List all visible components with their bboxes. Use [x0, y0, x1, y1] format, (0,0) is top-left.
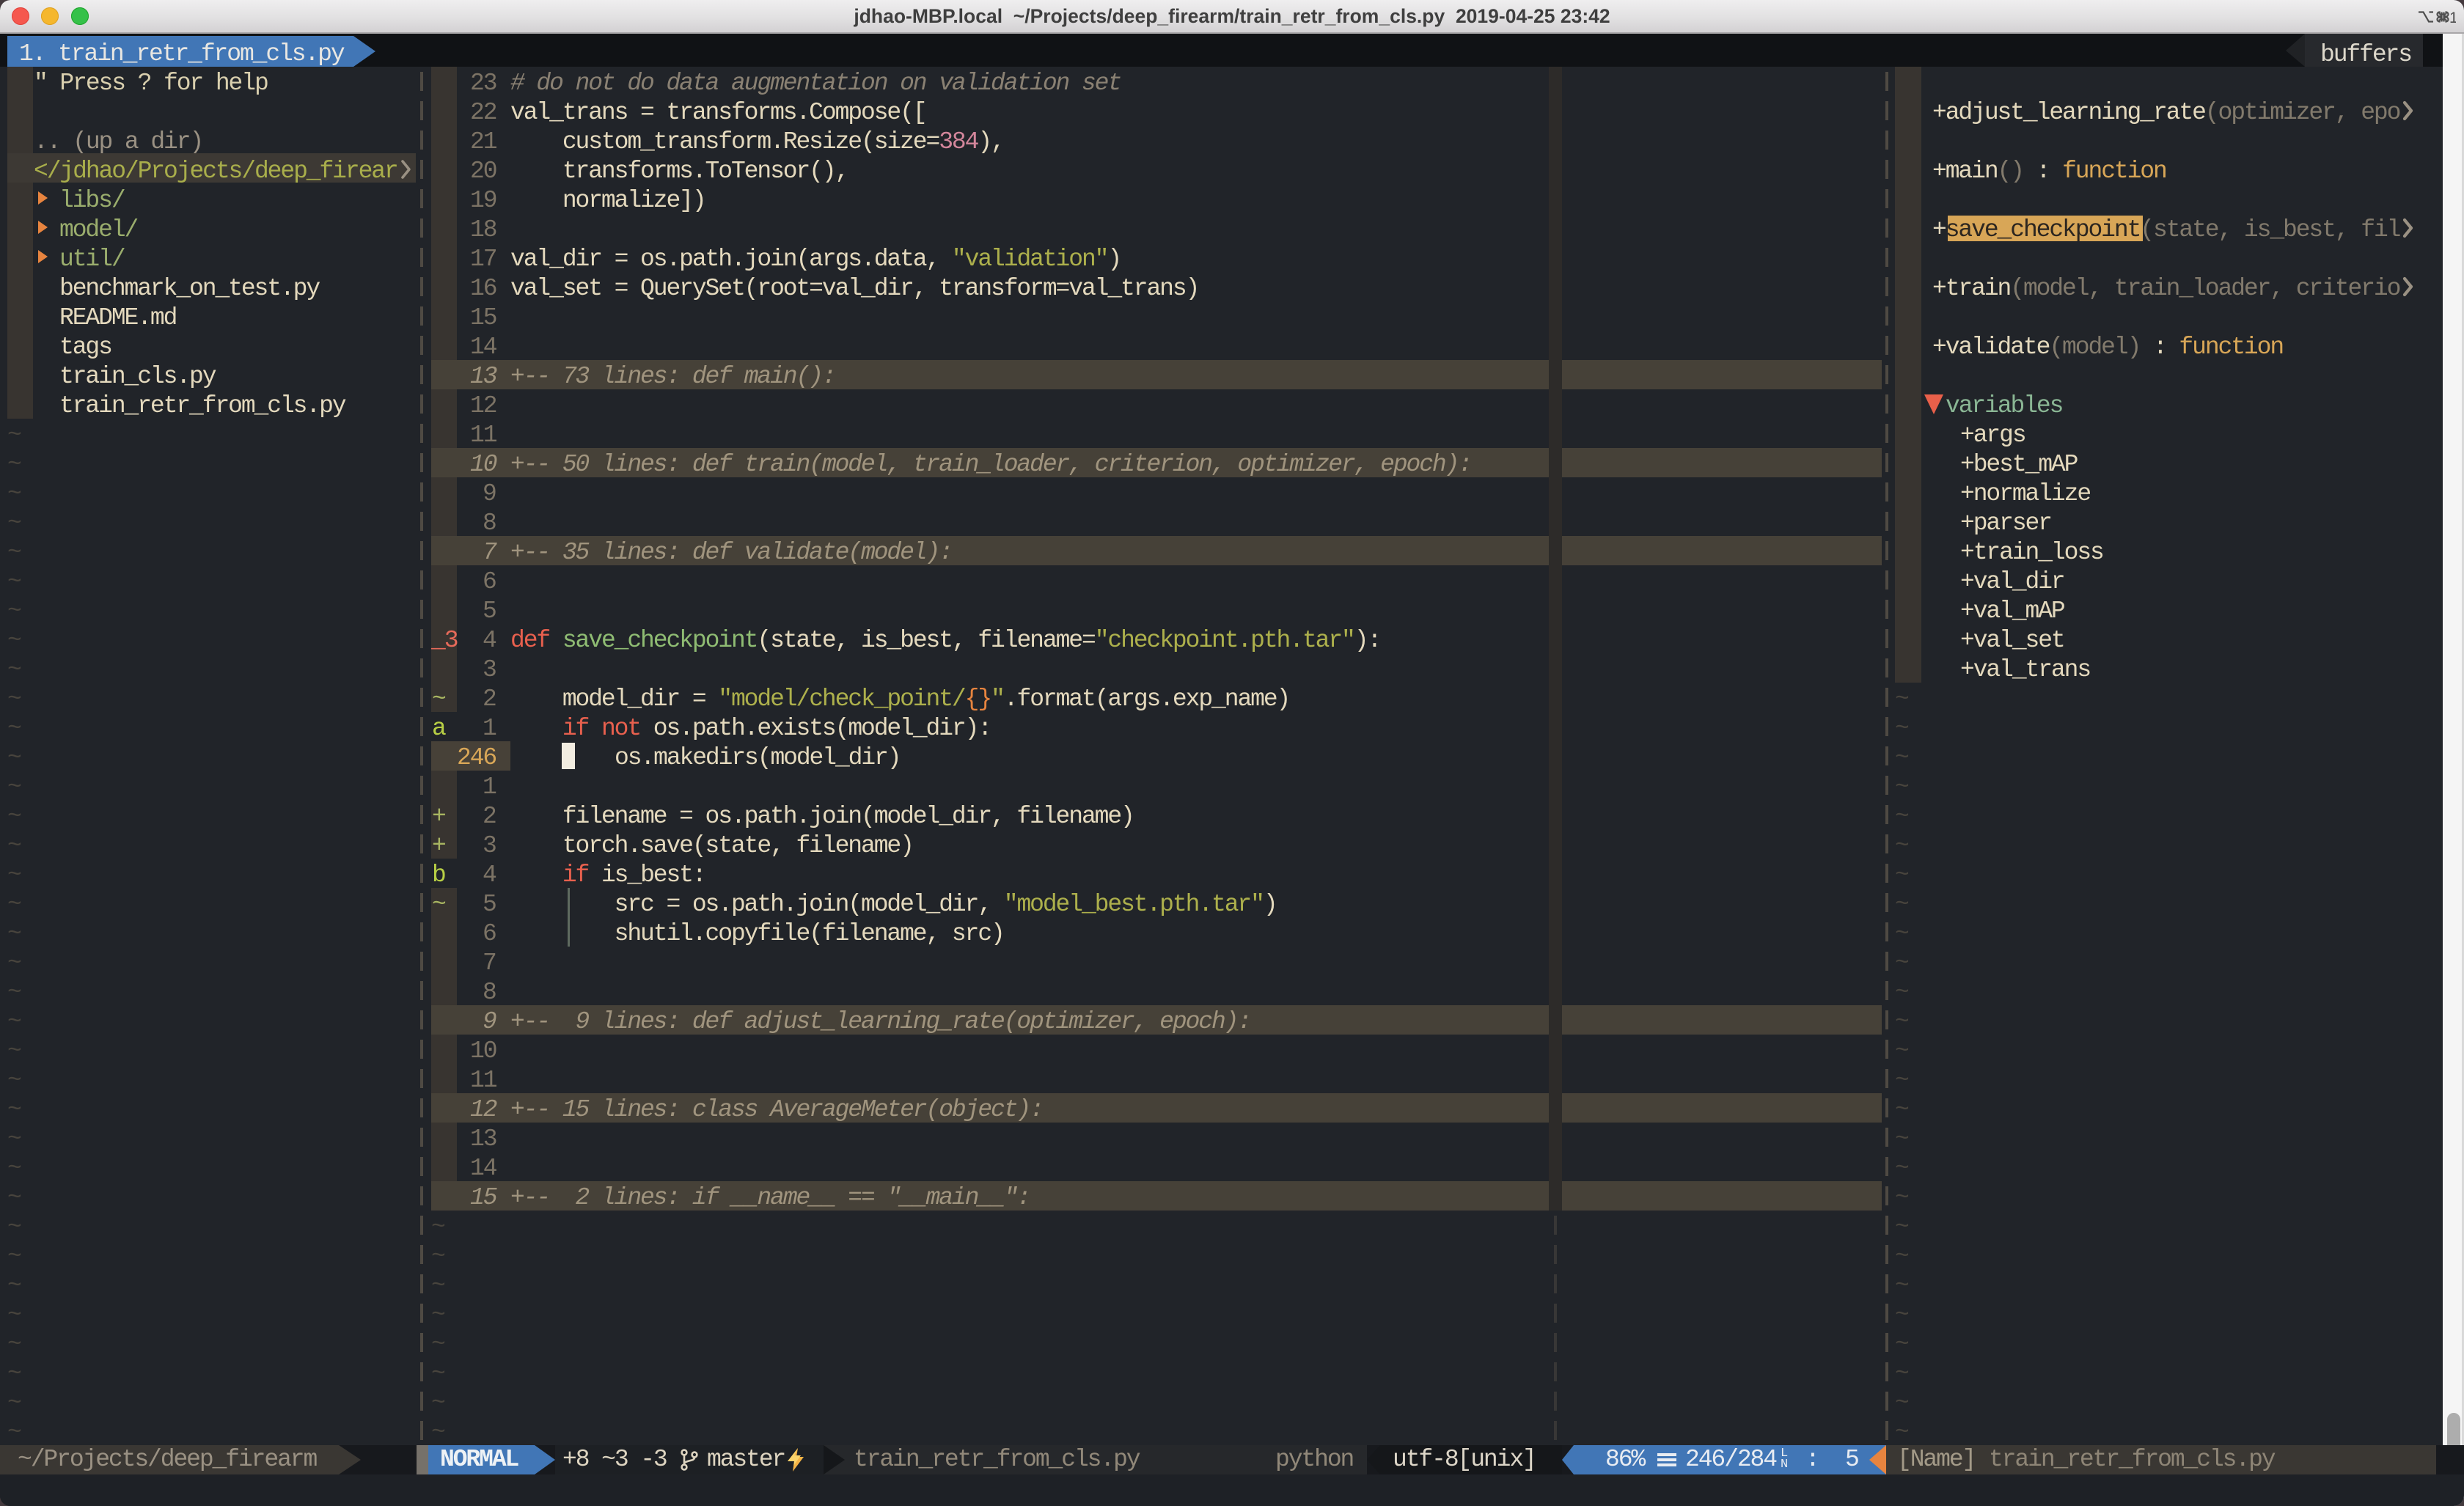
svg-text:1: 1 — [2449, 10, 2456, 26]
